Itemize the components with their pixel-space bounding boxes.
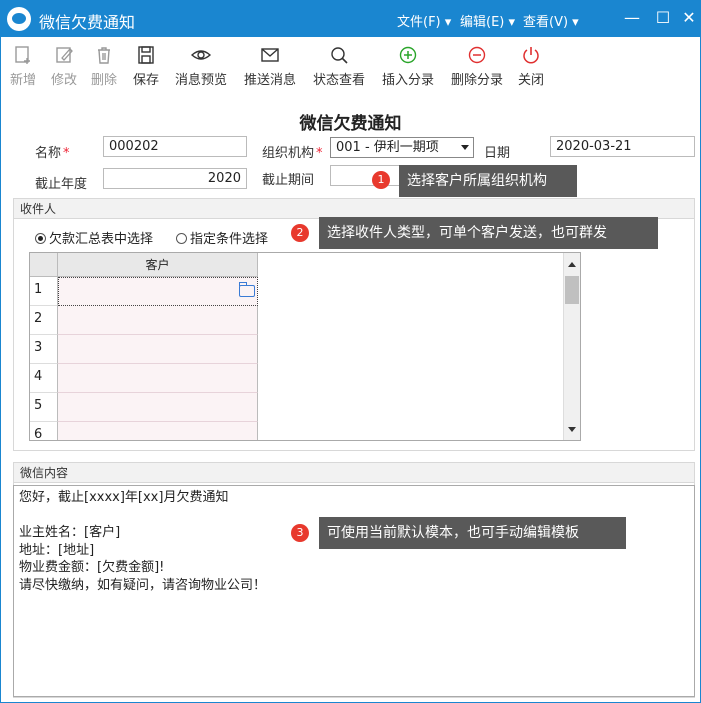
chevron-down-icon (461, 145, 469, 150)
tip-3: 可使用当前默认模本，也可手动编辑模板 (319, 517, 626, 549)
magnifier-icon (331, 47, 348, 64)
floppy-disk-icon (138, 46, 154, 64)
delete-entry-button[interactable]: 删除分录 (449, 45, 505, 88)
power-icon (523, 47, 539, 64)
eye-icon (191, 50, 211, 60)
minimize-button[interactable]: — (621, 7, 643, 29)
envelope-icon (261, 48, 279, 62)
menu-edit[interactable]: 编辑(E) ▾ (460, 11, 515, 30)
grid-corner (30, 253, 58, 277)
date-input[interactable]: 2020-03-21 (550, 136, 695, 157)
menu-file[interactable]: 文件(F) ▾ (397, 11, 451, 30)
customer-grid: 客户 1 2 3 4 5 6 (29, 252, 581, 441)
radio-checked-icon (35, 233, 46, 244)
maximize-button[interactable]: ☐ (652, 7, 674, 29)
tip-badge-2: 2 (291, 224, 309, 242)
close-button[interactable]: 关闭 (517, 45, 545, 88)
row-number: 4 (30, 364, 58, 393)
year-label: 截止年度 (35, 177, 88, 192)
message-preview-button[interactable]: 消息预览 (173, 45, 229, 88)
recipients-panel-title: 收件人 (14, 199, 694, 219)
customer-cell[interactable] (58, 335, 258, 364)
date-label: 日期 (484, 146, 511, 161)
window-title: 微信欠费通知 (39, 13, 136, 32)
app-window: 微信欠费通知 文件(F) ▾ 编辑(E) ▾ 查看(V) ▾ — ☐ ✕ 新增 … (0, 0, 701, 703)
customer-cell[interactable] (58, 277, 258, 306)
title-bar: 微信欠费通知 文件(F) ▾ 编辑(E) ▾ 查看(V) ▾ — ☐ ✕ (1, 1, 700, 37)
close-window-button[interactable]: ✕ (678, 7, 700, 29)
delete-button[interactable]: 删除 (90, 45, 118, 88)
menu-view[interactable]: 查看(V) ▾ (523, 11, 579, 30)
row-number: 1 (30, 277, 58, 306)
row-number: 3 (30, 335, 58, 364)
period-input[interactable] (330, 165, 402, 186)
org-select[interactable]: 001 - 伊利一期项 (330, 137, 474, 158)
grid-scrollbar[interactable] (563, 253, 580, 440)
content-panel-title: 微信内容 (14, 463, 694, 483)
tip-2: 选择收件人类型，可单个客户发送，也可群发 (319, 217, 658, 249)
name-input[interactable]: 000202 (103, 136, 247, 157)
tip-badge-1: 1 (372, 171, 390, 189)
folder-open-icon[interactable] (239, 282, 255, 297)
scroll-up-icon[interactable] (568, 262, 576, 267)
push-message-button[interactable]: 推送消息 (242, 45, 298, 88)
tip-badge-3: 3 (291, 524, 309, 542)
save-button[interactable]: 保存 (132, 45, 160, 88)
trash-icon (98, 47, 110, 64)
new-button[interactable]: 新增 (9, 45, 37, 88)
name-label: 名称 * (35, 146, 70, 161)
customer-cell[interactable] (58, 422, 258, 440)
minus-circle-icon (468, 46, 486, 64)
edit-button[interactable]: 修改 (50, 45, 78, 88)
scroll-down-icon[interactable] (568, 427, 576, 432)
column-header-customer[interactable]: 客户 (58, 253, 258, 277)
new-document-icon (15, 46, 30, 64)
radio-unchecked-icon (176, 233, 187, 244)
customer-cell[interactable] (58, 306, 258, 335)
customer-cell[interactable] (58, 393, 258, 422)
row-number: 5 (30, 393, 58, 422)
radio-summary-select[interactable]: 欠款汇总表中选择 (35, 228, 153, 247)
row-number: 6 (30, 422, 58, 440)
insert-entry-button[interactable]: 插入分录 (380, 45, 436, 88)
toolbar: 新增 修改 删除 保存 消息预览 推送消息 状态查看 插入分录 删除分录 关闭 (1, 37, 700, 95)
status-view-button[interactable]: 状态查看 (311, 45, 367, 88)
year-input[interactable]: 2020 (103, 168, 247, 189)
row-number: 2 (30, 306, 58, 335)
plus-circle-icon (399, 46, 417, 64)
org-label: 组织机构 * (262, 146, 323, 161)
scroll-thumb[interactable] (565, 276, 579, 304)
pencil-icon (56, 47, 73, 63)
tip-1: 选择客户所属组织机构 (399, 165, 577, 197)
customer-cell[interactable] (58, 364, 258, 393)
radio-condition-select[interactable]: 指定条件选择 (176, 228, 268, 247)
app-logo-icon (7, 7, 31, 31)
form-title: 微信欠费通知 (299, 114, 402, 134)
period-label: 截止期间 (262, 173, 315, 188)
